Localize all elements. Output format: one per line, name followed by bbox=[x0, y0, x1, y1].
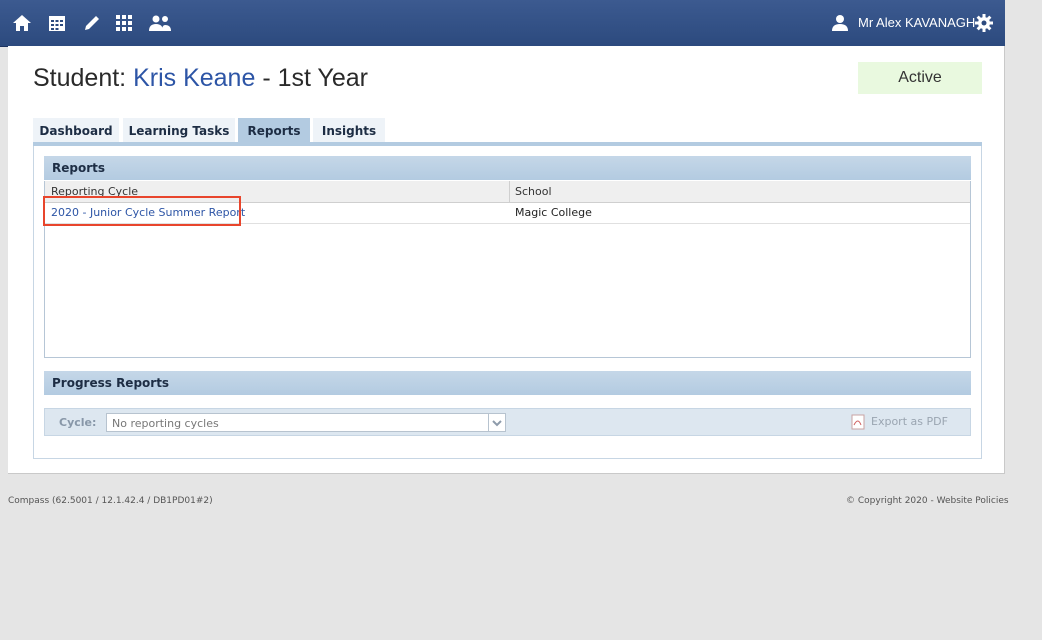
page-title: Student: Kris Keane - 1st Year bbox=[33, 64, 368, 93]
apps-grid-icon[interactable] bbox=[112, 12, 136, 34]
reports-section-title: Reports bbox=[52, 161, 106, 175]
student-panel: Student: Kris Keane - 1st Year Active Da… bbox=[8, 46, 1005, 474]
reports-table: Reporting Cycle School 2020 - Junior Cyc… bbox=[43, 181, 971, 358]
reports-section-header: Reports bbox=[44, 156, 971, 180]
gear-icon[interactable] bbox=[972, 12, 996, 34]
tab-learning-tasks[interactable]: Learning Tasks bbox=[123, 118, 235, 144]
cycle-label: Cycle: bbox=[59, 416, 97, 429]
column-school[interactable]: School bbox=[515, 185, 552, 198]
export-pdf-button[interactable]: Export as PDF bbox=[871, 415, 948, 428]
status-badge: Active bbox=[858, 62, 982, 94]
student-name: Kris Keane bbox=[133, 64, 256, 92]
school-cell: Magic College bbox=[515, 206, 592, 219]
calendar-icon[interactable] bbox=[45, 12, 69, 34]
pencil-icon[interactable] bbox=[80, 12, 104, 34]
tab-dashboard[interactable]: Dashboard bbox=[33, 118, 119, 144]
right-gutter bbox=[1005, 0, 1042, 640]
tab-insights[interactable]: Insights bbox=[313, 118, 385, 144]
home-icon[interactable] bbox=[10, 12, 34, 34]
cycle-select[interactable]: No reporting cycles bbox=[106, 413, 506, 432]
reports-content: Reports Reporting Cycle School 2020 - Ju… bbox=[33, 146, 982, 459]
pdf-icon bbox=[851, 414, 865, 430]
column-separator bbox=[509, 181, 510, 202]
tab-reports[interactable]: Reports bbox=[238, 118, 310, 144]
progress-reports-header: Progress Reports bbox=[44, 371, 971, 395]
copyright-link[interactable]: © Copyright 2020 - Website Policies bbox=[846, 496, 1009, 506]
progress-reports-title: Progress Reports bbox=[52, 376, 170, 390]
user-name[interactable]: Mr Alex KAVANAGH bbox=[858, 15, 975, 30]
top-navigation-bar: Mr Alex KAVANAGH bbox=[0, 0, 1005, 47]
version-info: Compass (62.5001 / 12.1.42.4 / DB1PD01#2… bbox=[8, 496, 213, 506]
user-icon[interactable] bbox=[828, 12, 852, 34]
highlight-box bbox=[43, 196, 241, 226]
chevron-down-icon[interactable] bbox=[488, 414, 505, 431]
table-row[interactable]: 2020 - Junior Cycle Summer Report Magic … bbox=[43, 196, 970, 226]
cycle-select-value: No reporting cycles bbox=[112, 417, 219, 430]
title-prefix: Student: bbox=[33, 64, 134, 92]
people-icon[interactable] bbox=[146, 12, 174, 34]
title-suffix: - 1st Year bbox=[255, 64, 368, 92]
progress-reports-toolbar: Cycle: No reporting cycles Export as PDF bbox=[44, 408, 971, 436]
